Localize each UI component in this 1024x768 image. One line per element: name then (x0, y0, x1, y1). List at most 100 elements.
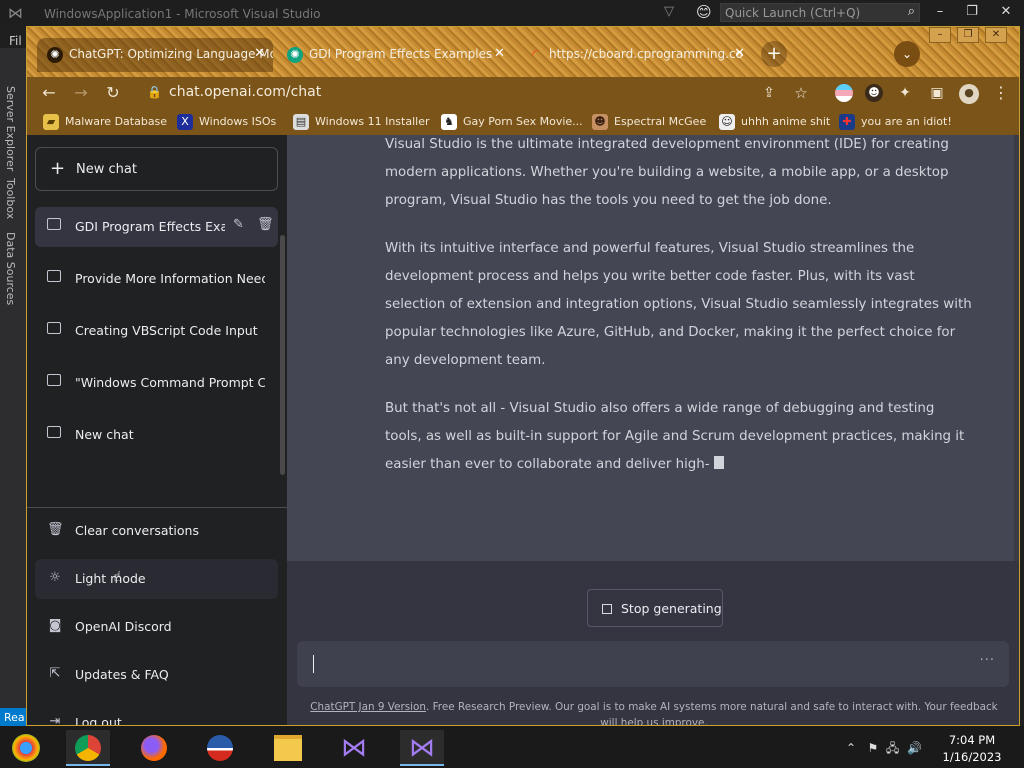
action-label: Clear conversations (75, 523, 199, 538)
tab-gdi-program-effects[interactable]: ✺ GDI Program Effects Examples ✕ (277, 38, 513, 72)
stop-generating-button[interactable]: Stop generating (587, 589, 723, 627)
start-button[interactable] (4, 730, 48, 766)
bookmark-star-icon[interactable]: ☆ (789, 81, 813, 105)
visual-studio-logo-icon: ⋈ (8, 4, 23, 22)
bookmark-you-are-an-idiot[interactable]: ✚ you are an idiot! (839, 113, 952, 131)
data-sources-tab[interactable]: Data Sources (4, 232, 17, 305)
visual-studio-installer-taskbar-icon[interactable]: ⋈ (332, 730, 376, 766)
light-mode-button[interactable]: ☼ Light mode (35, 559, 278, 599)
browser-tab-strip: – ❐ ✕ ✺ ChatGPT: Optimizing Language Mo … (27, 27, 1019, 77)
clock-date[interactable]: 1/16/2023 (938, 750, 1006, 764)
vs-file-menu[interactable]: Fil (9, 34, 22, 48)
bookmark-uhhh-anime-shit[interactable]: ☺ uhhh anime shit (719, 113, 830, 131)
extension-avatar-icon[interactable]: ☻ (865, 84, 883, 102)
chat-bubble-icon (47, 322, 61, 334)
reload-icon[interactable]: ↻ (101, 81, 125, 105)
log-out-button[interactable]: ⇥ Log out (35, 703, 278, 725)
extension-flag-icon[interactable] (835, 84, 853, 102)
conversation-label: Creating VBScript Code Input (75, 323, 258, 338)
browser-toolbar: ← → ↻ 🔒 chat.openai.com/chat ⇪ ☆ ☻ ✦ ▣ ●… (27, 77, 1019, 109)
new-chat-button[interactable]: + New chat (35, 147, 278, 191)
loading-icon: ◜ (532, 47, 538, 63)
feedback-smiley-icon[interactable]: 😊 (696, 3, 712, 21)
bookmark-espectral-mcgee[interactable]: ☻ Espectral McGee (592, 113, 706, 131)
server-explorer-tab[interactable]: Server Explorer (4, 86, 17, 171)
close-tab-icon[interactable]: ✕ (734, 38, 745, 70)
chatgpt-icon: ✺ (287, 47, 303, 63)
conversation-label: "Windows Command Prompt C D (75, 375, 265, 390)
browser-close-button[interactable]: ✕ (985, 27, 1007, 43)
chat-bubble-icon (47, 426, 61, 438)
clear-conversations-button[interactable]: 🗑 Clear conversations (35, 511, 278, 551)
message-paragraph: With its intuitive interface and powerfu… (385, 241, 972, 368)
window-icon: ▤ (293, 114, 309, 130)
chevron-up-icon[interactable]: ⌃ (846, 741, 856, 755)
close-tab-icon[interactable]: ✕ (254, 38, 265, 70)
action-label: Light mode (75, 571, 146, 586)
vs-side-tool-strip: Server Explorer Toolbox Data Sources (0, 48, 26, 708)
sidebar-scrollbar[interactable] (280, 235, 285, 475)
close-tab-icon[interactable]: ✕ (494, 38, 505, 70)
bookmark-label: you are an idiot! (861, 115, 952, 128)
vs-restore-button[interactable]: ❐ (962, 4, 982, 19)
bookmark-gay-porn-sex-movie[interactable]: ♞ Gay Porn Sex Movie... (441, 113, 583, 131)
address-bar[interactable]: chat.openai.com/chat (169, 84, 321, 100)
bookmark-label: Windows ISOs (199, 115, 277, 128)
lock-icon[interactable]: 🔒 (147, 85, 162, 99)
conversation-item[interactable]: "Windows Command Prompt C D (35, 363, 278, 403)
search-icon[interactable]: ⌕ (908, 4, 915, 19)
volume-icon[interactable]: 🔊 (907, 741, 922, 755)
browser-window: – ❐ ✕ ✺ ChatGPT: Optimizing Language Mo … (26, 26, 1020, 726)
bookmark-label: Espectral McGee (614, 115, 707, 128)
toolbox-tab[interactable]: Toolbox (4, 178, 17, 219)
side-panel-icon[interactable]: ▣ (925, 81, 949, 105)
vs-close-button[interactable]: ✕ (996, 4, 1016, 19)
filter-icon[interactable]: ▽ (664, 4, 674, 19)
browser-minimize-button[interactable]: – (929, 27, 951, 43)
updates-faq-link[interactable]: ⇱ Updates & FAQ (35, 655, 278, 695)
conversation-item[interactable]: New chat (35, 415, 278, 455)
system-tray: ⌃ ⚑ 🖧 🔊 (846, 739, 922, 760)
conversation-item[interactable]: Creating VBScript Code Input (35, 311, 278, 351)
browser-restore-button[interactable]: ❐ (957, 27, 979, 43)
chrome-taskbar-icon[interactable] (66, 730, 110, 766)
back-arrow-icon[interactable]: ← (37, 81, 61, 105)
vs-minimize-button[interactable]: – (930, 4, 950, 19)
action-label: Updates & FAQ (75, 667, 169, 682)
file-explorer-taskbar-icon[interactable] (266, 730, 310, 766)
forward-arrow-icon[interactable]: → (69, 81, 93, 105)
flag-icon[interactable]: ⚑ (868, 741, 879, 755)
conversation-label: GDI Program Effects Exam (75, 219, 225, 234)
campaign-logo-taskbar-icon[interactable] (198, 730, 242, 766)
profile-avatar-icon[interactable]: ● (959, 84, 979, 104)
tab-search-button[interactable]: ⌄ (894, 41, 920, 67)
chat-scrollbar[interactable] (1014, 135, 1019, 561)
bookmark-windows-11-installer[interactable]: ▤ Windows 11 Installer (293, 113, 430, 131)
footer-disclaimer: ChatGPT Jan 9 Version. Free Research Pre… (301, 699, 1007, 725)
network-icon[interactable]: 🖧 (886, 741, 899, 755)
trash-icon[interactable]: 🗑 (257, 217, 274, 232)
tab-title: ChatGPT: Optimizing Language Mo (69, 47, 273, 61)
firefox-taskbar-icon[interactable] (132, 730, 176, 766)
bookmark-windows-isos[interactable]: X Windows ISOs (177, 113, 276, 131)
conversation-item[interactable]: GDI Program Effects Exam ✎ 🗑 (35, 207, 278, 247)
visual-studio-taskbar-icon[interactable]: ⋈ (400, 730, 444, 766)
quick-launch-input[interactable]: Quick Launch (Ctrl+Q) ⌕ (720, 3, 920, 22)
openai-discord-link[interactable]: ◙ OpenAI Discord (35, 607, 278, 647)
version-link[interactable]: ChatGPT Jan 9 Version (310, 701, 426, 713)
browser-menu-icon[interactable]: ⋮ (989, 81, 1013, 105)
tab-title: GDI Program Effects Examples (309, 47, 493, 61)
extensions-puzzle-icon[interactable]: ✦ (893, 81, 917, 105)
conversation-item[interactable]: Provide More Information Neede (35, 259, 278, 299)
message-input[interactable]: ··· (297, 641, 1009, 687)
new-tab-button[interactable]: + (761, 41, 787, 67)
share-icon[interactable]: ⇪ (757, 81, 781, 105)
tab-cboard-cprogramming[interactable]: ◜ https://cboard.cprogramming.co ✕ (517, 38, 753, 72)
clock-time[interactable]: 7:04 PM (938, 733, 1006, 747)
trash-icon: 🗑 (47, 522, 64, 537)
tab-chatgpt-optimizing[interactable]: ✺ ChatGPT: Optimizing Language Mo ✕ (37, 38, 273, 72)
tab-title: https://cboard.cprogramming.co (549, 47, 743, 61)
discord-icon: ◙ (48, 618, 62, 633)
bookmark-malware-database[interactable]: ▰ Malware Database (43, 113, 167, 131)
edit-pencil-icon[interactable]: ✎ (233, 217, 244, 232)
